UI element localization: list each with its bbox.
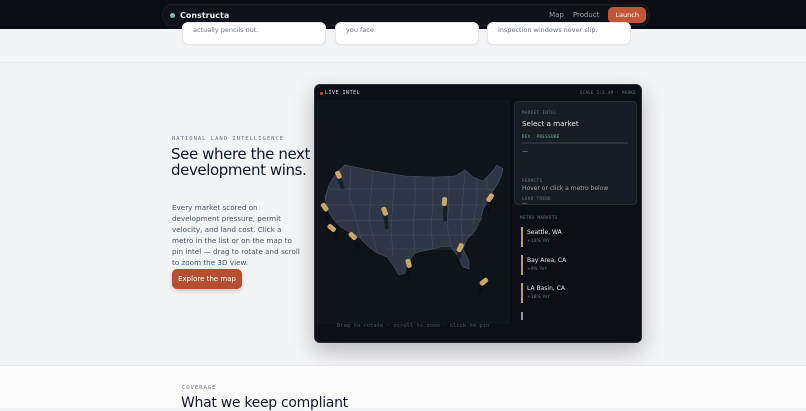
dev-pressure-bar [522,142,628,144]
metro-accent [521,283,523,303]
metro-item[interactable]: Bay Area, CA +9% YoY [521,255,601,275]
us-map[interactable] [315,97,513,327]
permits-value: Hover or click a metro below [522,185,609,192]
nav-link-product[interactable]: Product [573,11,600,19]
metro-name: LA Basin, CA [527,285,565,292]
metro-accent [521,227,523,247]
dev-pressure-value: — [522,148,528,155]
market-intel-title: Select a market [522,119,579,128]
live-dot-icon [320,91,323,95]
feature-card: inspection windows never slip. [487,22,631,45]
metro-change: +9% YoY [527,267,547,272]
feature-card-text: actually pencils out. [193,26,259,34]
feature-card: actually pencils out. [182,22,326,45]
hero-lead: Every market scored on development press… [172,203,300,267]
hero-title: See where the next development wins. [171,145,310,179]
metro-name: Seattle, WA [527,229,562,236]
metro-item[interactable]: LA Basin, CA +18% YoY [521,283,601,303]
feature-card-text: you face. [346,26,376,34]
section-divider [0,62,806,63]
launch-button[interactable]: Launch [608,7,646,23]
metro-list-next-accent [521,312,523,320]
dev-pressure-label: DEV. PRESSURE [522,134,560,139]
land-trend-value: — [522,201,527,207]
market-intel-label: MARKET INTEL [522,110,557,115]
scale-label: SCALE 1:2.4M · MARKS [579,90,636,95]
brand-logo-icon [170,12,175,18]
feature-card-text: inspection windows never slip. [498,26,598,34]
hero-eyebrow: NATIONAL LAND INTELLIGENCE [172,136,285,142]
brand[interactable]: Constructa [170,11,229,20]
coverage-eyebrow: COVERAGE [182,385,217,391]
metro-markets-header: METRO MARKETS [520,215,558,220]
permits-label: PERMITS [522,178,543,183]
coverage-title: What we keep compliant [181,395,348,411]
metro-change: +14% YoY [527,239,550,244]
live-intel-label: LIVE INTEL [320,90,360,96]
map-interaction-hint: Drag to rotate · scroll to zoom · click … [337,323,490,329]
explore-map-button[interactable]: Explore the map [172,269,242,289]
feature-card: you face. [335,22,479,45]
coverage-section [0,366,806,408]
brand-name: Constructa [180,10,230,20]
metro-item[interactable]: Seattle, WA +14% YoY [521,227,601,247]
metro-name: Bay Area, CA [527,257,567,264]
map-panel: LIVE INTEL SCALE 1:2.4M · MARKS Drag to … [314,84,642,343]
nav-links: Map Product Launch [549,7,646,23]
metro-accent [521,255,523,275]
live-text: LIVE INTEL [325,90,361,96]
nav-link-map[interactable]: Map [549,11,564,19]
metro-change: +18% YoY [527,295,550,300]
market-intel-card: MARKET INTEL Select a market DEV. PRESSU… [514,101,637,207]
